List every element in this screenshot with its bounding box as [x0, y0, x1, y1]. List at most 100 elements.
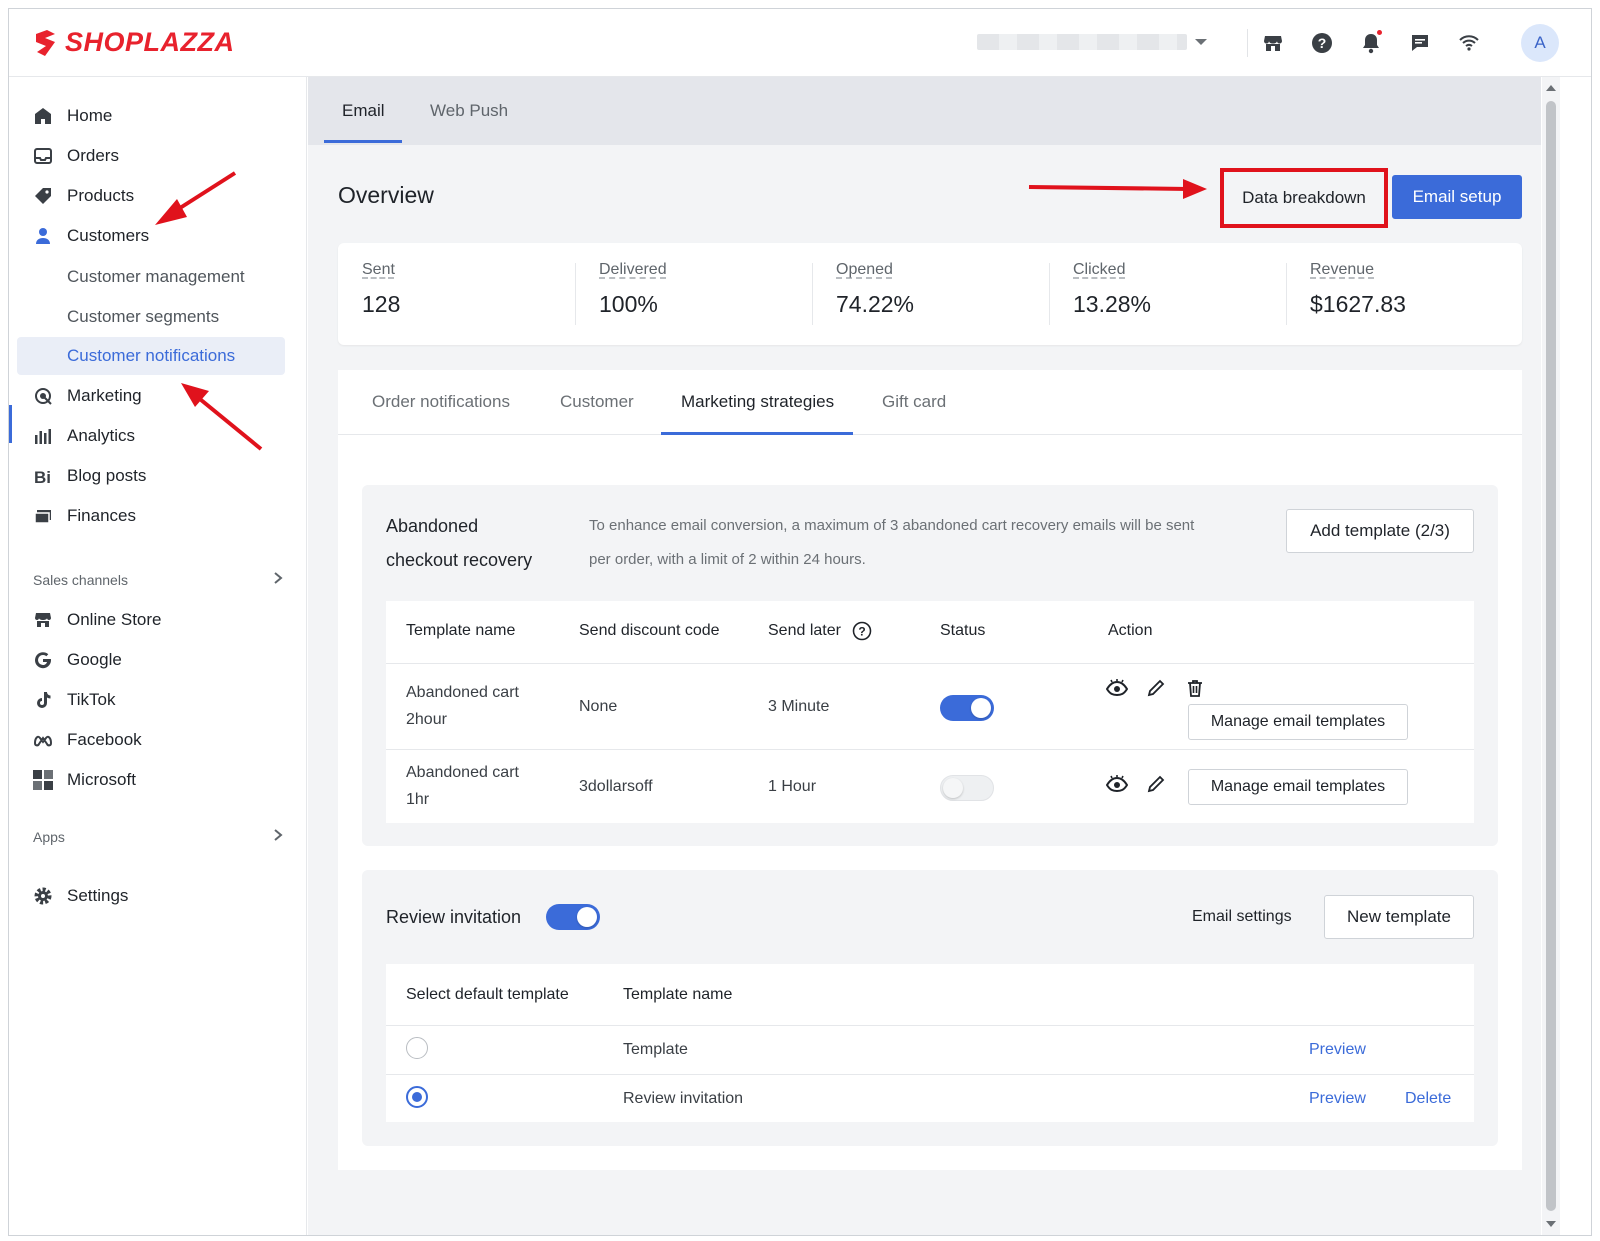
wifi-icon[interactable] [1455, 29, 1483, 57]
sidebar-item-label: Marketing [67, 386, 142, 405]
google-icon [33, 650, 53, 670]
store-name-redacted [977, 34, 1187, 50]
divider [1247, 29, 1248, 57]
help-icon[interactable]: ? [852, 621, 872, 646]
sidebar-item-customer-notifications[interactable]: Customer notifications [17, 337, 285, 375]
preview-link[interactable]: Preview [1309, 1041, 1366, 1059]
email-setup-button[interactable]: Email setup [1392, 175, 1522, 219]
manage-email-templates-button[interactable]: Manage email templates [1188, 769, 1408, 805]
sidebar-item-google[interactable]: Google [9, 641, 299, 679]
tab-marketing-strategies[interactable]: Marketing strategies [681, 370, 834, 434]
sidebar-item-label: Microsoft [67, 770, 136, 789]
annotation-highlight-box [1220, 168, 1388, 228]
scroll-up-arrow-icon[interactable] [1546, 85, 1556, 91]
scrollbar[interactable] [1542, 77, 1560, 1235]
eye-icon[interactable] [1106, 773, 1128, 795]
stat-label: Clicked [1073, 261, 1126, 278]
manage-email-templates-button[interactable]: Manage email templates [1188, 704, 1408, 740]
stat-value: 128 [362, 291, 401, 317]
store-icon[interactable] [1259, 29, 1287, 57]
sidebar-item-orders[interactable]: Orders [9, 137, 299, 175]
marketing-icon [33, 386, 53, 406]
microsoft-icon [33, 770, 53, 790]
sidebar-item-label: Facebook [67, 730, 142, 749]
preview-link[interactable]: Preview [1309, 1090, 1366, 1108]
toggle-knob [943, 778, 963, 798]
tag-icon [33, 186, 53, 206]
sidebar-item-customers[interactable]: Customers [9, 217, 299, 255]
tab-email[interactable]: Email [342, 77, 385, 145]
scroll-down-arrow-icon[interactable] [1546, 1221, 1556, 1227]
edit-icon[interactable] [1145, 773, 1167, 795]
sidebar-item-customer-segments[interactable]: Customer segments [17, 298, 285, 336]
section-label: Apps [33, 828, 65, 845]
edit-icon[interactable] [1145, 677, 1167, 699]
help-icon[interactable]: ? [1308, 29, 1336, 57]
status-toggle[interactable] [940, 695, 994, 721]
sales-channels-section[interactable]: Sales channels [33, 571, 283, 588]
bell-icon[interactable] [1357, 29, 1385, 57]
sidebar-item-label: Home [67, 106, 113, 125]
sidebar-item-finances[interactable]: Finances [9, 497, 299, 535]
tab-label: Marketing strategies [681, 392, 835, 411]
default-template-radio[interactable] [406, 1086, 428, 1108]
status-toggle[interactable] [940, 775, 994, 801]
chevron-right-icon [273, 828, 283, 845]
sidebar-item-home[interactable]: Home [9, 97, 299, 135]
column-header: Send discount code [579, 622, 720, 639]
email-settings-link[interactable]: Email settings [1192, 900, 1292, 934]
tab-customer[interactable]: Customer [560, 370, 634, 434]
sidebar-item-microsoft[interactable]: Microsoft [9, 761, 299, 799]
sidebar-item-label: TikTok [67, 690, 116, 709]
tab-order-notifications[interactable]: Order notifications [372, 370, 510, 434]
analytics-icon [33, 426, 53, 446]
logo-mark-icon [36, 29, 55, 56]
panel-description-line1: To enhance email conversion, a maximum o… [589, 517, 1195, 534]
top-bar: SHOPLAZZA ? A [9, 9, 1591, 77]
avatar[interactable]: A [1521, 24, 1559, 62]
eye-icon[interactable] [1106, 677, 1128, 699]
default-template-radio[interactable] [406, 1037, 428, 1059]
delete-link[interactable]: Delete [1405, 1090, 1451, 1108]
sidebar-item-settings[interactable]: Settings [9, 877, 299, 915]
review-invitation-toggle[interactable] [546, 904, 600, 930]
abandoned-templates-table: Template name Send discount code Send la… [386, 601, 1474, 823]
sidebar-item-products[interactable]: Products [9, 177, 299, 215]
sidebar-item-online-store[interactable]: Online Store [9, 601, 299, 639]
sidebar-item-tiktok[interactable]: TikTok [9, 681, 299, 719]
divider [386, 1025, 1474, 1026]
scrollbar-thumb[interactable] [1546, 101, 1556, 1211]
tab-gift-card[interactable]: Gift card [882, 370, 946, 434]
tab-web-push[interactable]: Web Push [430, 77, 508, 145]
sidebar-item-facebook[interactable]: Facebook [9, 721, 299, 759]
stat-label: Delivered [599, 261, 667, 278]
sidebar: Home Orders Products Customers Customer … [9, 77, 307, 1235]
finances-icon [33, 506, 53, 526]
shoplazza-logo[interactable]: SHOPLAZZA [33, 27, 235, 58]
divider [386, 1074, 1474, 1075]
store-selector[interactable] [977, 31, 1207, 53]
panel-title: Review invitation [386, 907, 522, 927]
trash-icon[interactable] [1184, 677, 1206, 699]
divider [386, 663, 1474, 664]
new-template-button[interactable]: New template [1324, 895, 1474, 939]
sidebar-item-blog-posts[interactable]: Bi Blog posts [9, 457, 299, 495]
orders-icon [33, 146, 53, 166]
sidebar-item-label: Customer notifications [67, 346, 236, 365]
home-icon [33, 106, 53, 126]
add-template-button[interactable]: Add template (2/3) [1286, 509, 1474, 553]
divider [338, 434, 1522, 435]
sidebar-item-marketing[interactable]: Marketing [9, 377, 299, 415]
sidebar-item-customer-management[interactable]: Customer management [17, 258, 285, 296]
toggle-knob [577, 907, 597, 927]
main-content: Email Web Push Overview Data breakdown E… [308, 77, 1541, 1235]
sidebar-item-analytics[interactable]: Analytics [9, 417, 299, 455]
sidebar-item-label: Orders [67, 146, 119, 165]
chat-icon[interactable] [1406, 29, 1434, 57]
panel-title-line1: Abandoned [386, 516, 479, 536]
column-header: Template name [623, 986, 733, 1003]
notifications-card: Order notifications Customer Marketing s… [338, 370, 1522, 1170]
apps-section[interactable]: Apps [33, 828, 283, 845]
template-name-line1: Abandoned cart [406, 684, 519, 701]
stat-label: Sent [362, 261, 395, 278]
